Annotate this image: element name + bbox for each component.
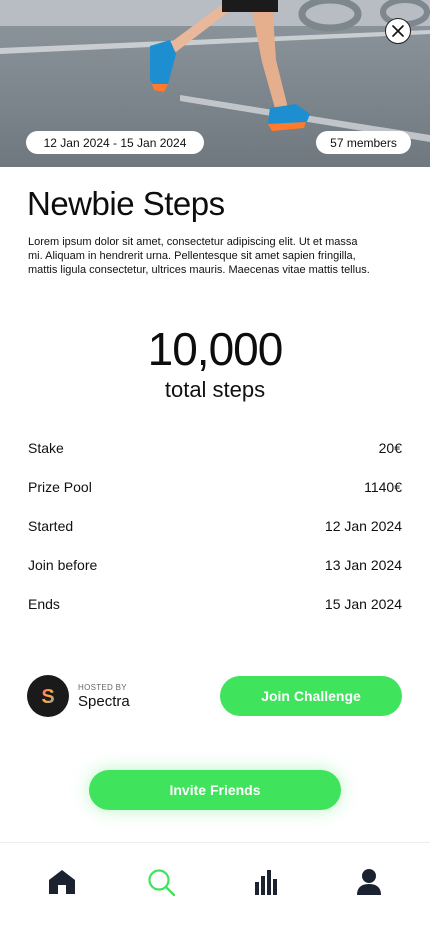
close-button[interactable] (385, 18, 411, 44)
detail-value: 13 Jan 2024 (324, 557, 402, 573)
nav-search[interactable] (146, 867, 176, 897)
avatar: S (27, 675, 69, 717)
nav-profile[interactable] (354, 867, 384, 897)
search-icon (148, 869, 175, 896)
profile-icon (357, 869, 381, 895)
detail-label: Stake (28, 440, 64, 456)
spectra-logo: S (41, 686, 54, 708)
svg-text:S: S (41, 686, 54, 708)
nav-home[interactable] (47, 867, 77, 897)
detail-label: Prize Pool (28, 479, 92, 495)
detail-value: 12 Jan 2024 (324, 518, 402, 534)
home-icon (49, 870, 75, 894)
detail-label: Started (28, 518, 74, 534)
invite-friends-button[interactable]: Invite Friends (89, 770, 341, 810)
join-challenge-button[interactable]: Join Challenge (220, 676, 402, 716)
date-range-badge: 12 Jan 2024 - 15 Jan 2024 (26, 131, 204, 154)
hero-image: 12 Jan 2024 - 15 Jan 2024 57 members (0, 0, 430, 167)
challenge-description: Lorem ipsum dolor sit amet, consectetur … (28, 236, 370, 276)
chart-icon (255, 870, 277, 895)
detail-row-started: Started 12 Jan 2024 (28, 518, 402, 557)
detail-label: Join before (28, 557, 98, 573)
detail-label: Ends (28, 596, 60, 612)
detail-value: 15 Jan 2024 (324, 596, 402, 612)
goal-value: 10,000 (147, 323, 284, 375)
detail-row-prize-pool: Prize Pool 1140€ (28, 479, 402, 518)
close-icon (392, 25, 404, 37)
challenge-details: Stake 20€ Prize Pool 1140€ Started 12 Ja… (28, 440, 402, 635)
challenge-title: Newbie Steps (27, 185, 225, 222)
detail-row-stake: Stake 20€ (28, 440, 402, 479)
host-info[interactable]: S HOSTED BY Spectra (27, 675, 130, 717)
nav-stats[interactable] (251, 867, 281, 897)
detail-row-ends: Ends 15 Jan 2024 (28, 596, 402, 635)
goal-label: total steps (164, 377, 266, 402)
bottom-nav (0, 842, 430, 932)
members-badge: 57 members (316, 131, 411, 154)
detail-value: 20€ (378, 440, 402, 456)
detail-value: 1140€ (364, 479, 402, 495)
detail-row-join-before: Join before 13 Jan 2024 (28, 557, 402, 596)
host-name: Spectra (78, 692, 130, 710)
host-caption: HOSTED BY (78, 682, 127, 692)
